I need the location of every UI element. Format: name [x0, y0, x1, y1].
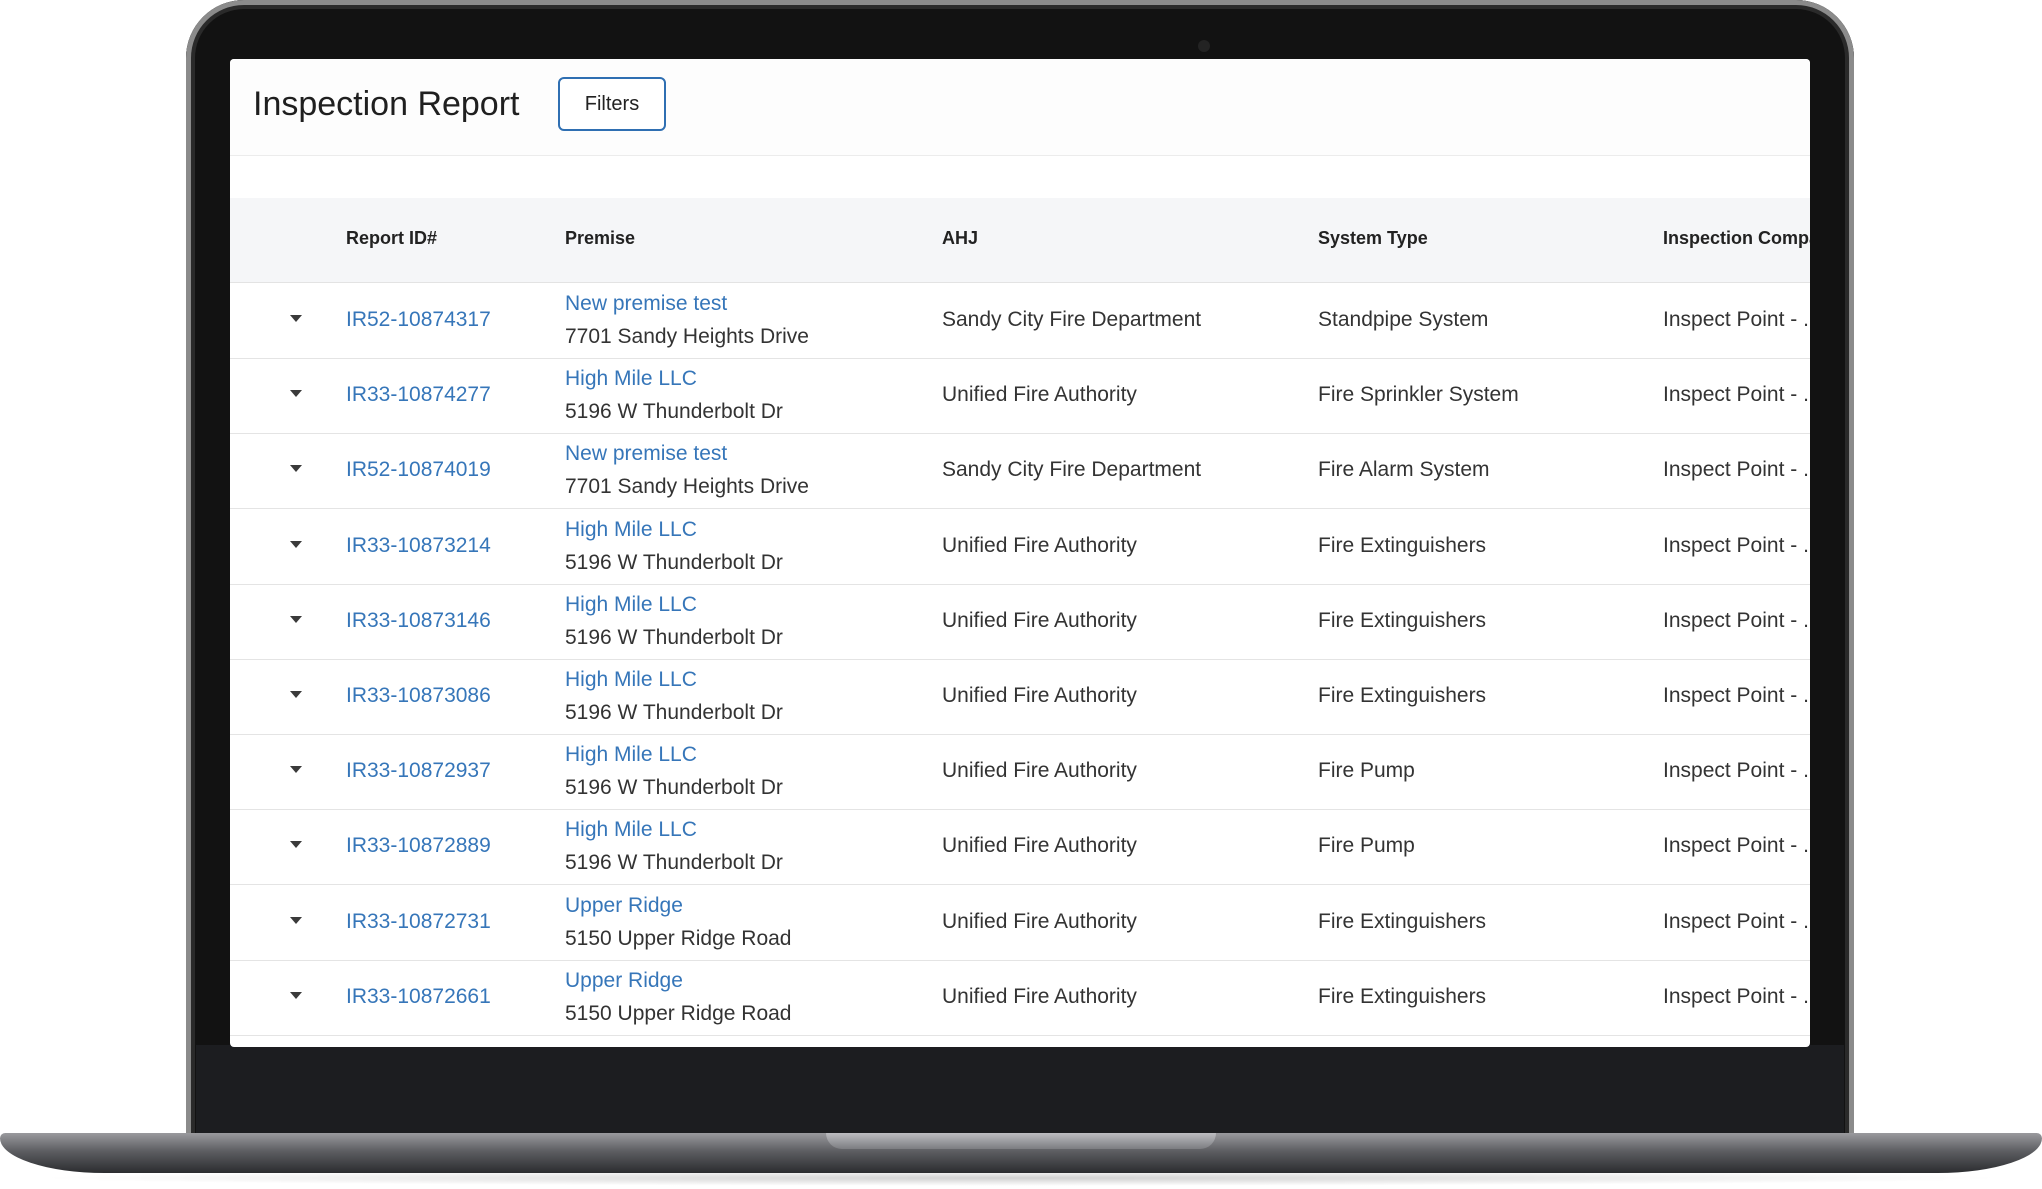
inspection-company-cell: Inspect Point - .	[1663, 984, 1809, 1008]
laptop-notch	[826, 1133, 1216, 1149]
screen: Inspection Report Filters Report ID# Pre…	[230, 59, 1810, 1047]
column-header-ahj[interactable]: AHJ	[942, 228, 978, 249]
caret-down-icon[interactable]	[290, 465, 302, 473]
premise-name-link[interactable]: High Mile LLC	[565, 818, 697, 842]
ahj-cell: Unified Fire Authority	[942, 533, 1137, 557]
premise-address: 5150 Upper Ridge Road	[565, 1001, 792, 1025]
system-type-cell: Fire Pump	[1318, 834, 1415, 858]
premise-name-link[interactable]: High Mile LLC	[565, 668, 697, 692]
table-row[interactable]: IR33-10873086 High Mile LLC 5196 W Thunder…	[230, 659, 1810, 735]
inspection-company-cell: Inspect Point - .	[1663, 834, 1809, 858]
inspection-company-cell: Inspect Point - .	[1663, 909, 1809, 933]
column-header-report-id[interactable]: Report ID#	[346, 228, 437, 249]
premise-name-link[interactable]: Upper Ridge	[565, 969, 683, 993]
report-id-link[interactable]: IR33-10872661	[346, 985, 491, 1009]
caret-down-icon[interactable]	[290, 540, 302, 548]
premise-address: 5196 W Thunderbolt Dr	[565, 550, 783, 574]
ahj-cell: Sandy City Fire Department	[942, 458, 1202, 482]
column-header-system-type[interactable]: System Type	[1318, 228, 1428, 249]
ahj-cell: Unified Fire Authority	[942, 684, 1137, 707]
caret-down-icon[interactable]	[290, 991, 302, 999]
system-type-cell: Fire Extinguishers	[1318, 608, 1487, 632]
ahj-cell: Unified Fire Authority	[942, 759, 1137, 783]
page-header: Inspection Report Filters	[230, 59, 1810, 156]
report-id-link[interactable]: IR33-10872731	[346, 910, 491, 934]
column-header-inspection-company[interactable]: Inspection Compa	[1663, 228, 1810, 249]
report-id-link[interactable]: IR33-10873214	[346, 534, 491, 558]
system-type-cell: Fire Sprinkler System	[1318, 383, 1519, 407]
report-id-link[interactable]: IR33-10873146	[346, 609, 491, 633]
system-type-cell: Fire Extinguishers	[1318, 533, 1487, 557]
caret-down-icon[interactable]	[290, 916, 302, 924]
premise-name-link[interactable]: Upper Ridge	[565, 894, 683, 918]
camera-icon	[1198, 40, 1210, 52]
table-row[interactable]: IR33-10874277 High Mile LLC 5196 W Thunder…	[230, 358, 1810, 435]
premise-address: 5196 W Thunderbolt Dr	[565, 776, 783, 800]
table-row[interactable]: IR33-10873214 High Mile LLC 5196 W Thunder…	[230, 509, 1810, 585]
laptop-chin	[196, 1045, 1844, 1141]
system-type-cell: Standpipe System	[1318, 308, 1489, 331]
premise-address: 5196 W Thunderbolt Dr	[565, 851, 783, 875]
inspection-company-cell: Inspect Point - .	[1663, 308, 1809, 331]
inspection-company-cell: Inspect Point - .	[1663, 759, 1809, 783]
report-id-link[interactable]: IR52-10874019	[346, 458, 491, 482]
caret-down-icon[interactable]	[290, 766, 302, 774]
caret-down-icon[interactable]	[290, 691, 302, 698]
report-id-link[interactable]: IR33-10873086	[346, 684, 491, 708]
premise-address: 7701 Sandy Heights Drive	[565, 325, 809, 348]
premise-name-link[interactable]: High Mile LLC	[565, 518, 697, 542]
table-row[interactable]: IR52-10874019 New premise test 7701 Sandy …	[230, 433, 1810, 510]
caret-down-icon[interactable]	[290, 841, 302, 849]
inspection-company-cell: Inspect Point - .	[1663, 608, 1809, 632]
report-id-link[interactable]: IR33-10874277	[346, 383, 491, 407]
system-type-cell: Fire Alarm System	[1318, 458, 1490, 482]
premise-name-link[interactable]: High Mile LLC	[565, 367, 697, 391]
ahj-cell: Unified Fire Authority	[942, 834, 1137, 858]
report-id-link[interactable]: IR33-10872889	[346, 834, 491, 858]
system-type-cell: Fire Extinguishers	[1318, 684, 1487, 707]
table-row[interactable]: IR33-10873146 High Mile LLC 5196 W Thunder…	[230, 584, 1810, 660]
system-type-cell: Fire Extinguishers	[1318, 984, 1487, 1008]
inspection-company-cell: Inspect Point - .	[1663, 383, 1809, 407]
system-type-cell: Fire Extinguishers	[1318, 909, 1487, 933]
ahj-cell: Unified Fire Authority	[942, 608, 1137, 632]
premise-address: 5196 W Thunderbolt Dr	[565, 625, 783, 649]
page-title: Inspection Report	[253, 85, 520, 123]
report-id-link[interactable]: IR33-10872937	[346, 759, 491, 783]
ahj-cell: Unified Fire Authority	[942, 909, 1137, 933]
premise-address: 5150 Upper Ridge Road	[565, 926, 792, 950]
premise-name-link[interactable]: New premise test	[565, 292, 727, 316]
caret-down-icon[interactable]	[290, 315, 302, 322]
ahj-cell: Unified Fire Authority	[942, 984, 1137, 1008]
inspection-company-cell: Inspect Point - .	[1663, 684, 1809, 707]
inspection-company-cell: Inspect Point - .	[1663, 533, 1809, 557]
table-row[interactable]: IR33-10872731 Upper Ridge 5150 Upper Ridge…	[230, 885, 1810, 961]
ahj-cell: Unified Fire Authority	[942, 383, 1137, 407]
ahj-cell: Sandy City Fire Department	[942, 308, 1202, 331]
caret-down-icon[interactable]	[290, 615, 302, 623]
filters-button[interactable]: Filters	[558, 77, 666, 131]
table-row[interactable]: IR33-10872937 High Mile LLC 5196 W Thunder…	[230, 734, 1810, 811]
premise-address: 7701 Sandy Heights Drive	[565, 475, 809, 499]
column-header-premise[interactable]: Premise	[565, 228, 635, 249]
system-type-cell: Fire Pump	[1318, 759, 1415, 783]
premise-name-link[interactable]: New premise test	[565, 442, 727, 466]
premise-address: 5196 W Thunderbolt Dr	[565, 400, 783, 424]
table-row[interactable]: IR33-10872889 High Mile LLC 5196 W Thunder…	[230, 809, 1810, 886]
inspection-company-cell: Inspect Point - .	[1663, 458, 1809, 482]
premise-name-link[interactable]: High Mile LLC	[565, 593, 697, 617]
caret-down-icon[interactable]	[290, 390, 302, 398]
report-id-link[interactable]: IR52-10874317	[346, 308, 491, 332]
table-header: Report ID# Premise AHJ System Type Inspe…	[230, 198, 1810, 283]
table-row[interactable]: IR33-10872661 Upper Ridge 5150 Upper Ridge…	[230, 960, 1810, 1036]
premise-address: 5196 W Thunderbolt Dr	[565, 701, 783, 724]
premise-name-link[interactable]: High Mile LLC	[565, 743, 697, 767]
table-row[interactable]: IR52-10874317 New premise test 7701 Sandy …	[230, 283, 1810, 359]
